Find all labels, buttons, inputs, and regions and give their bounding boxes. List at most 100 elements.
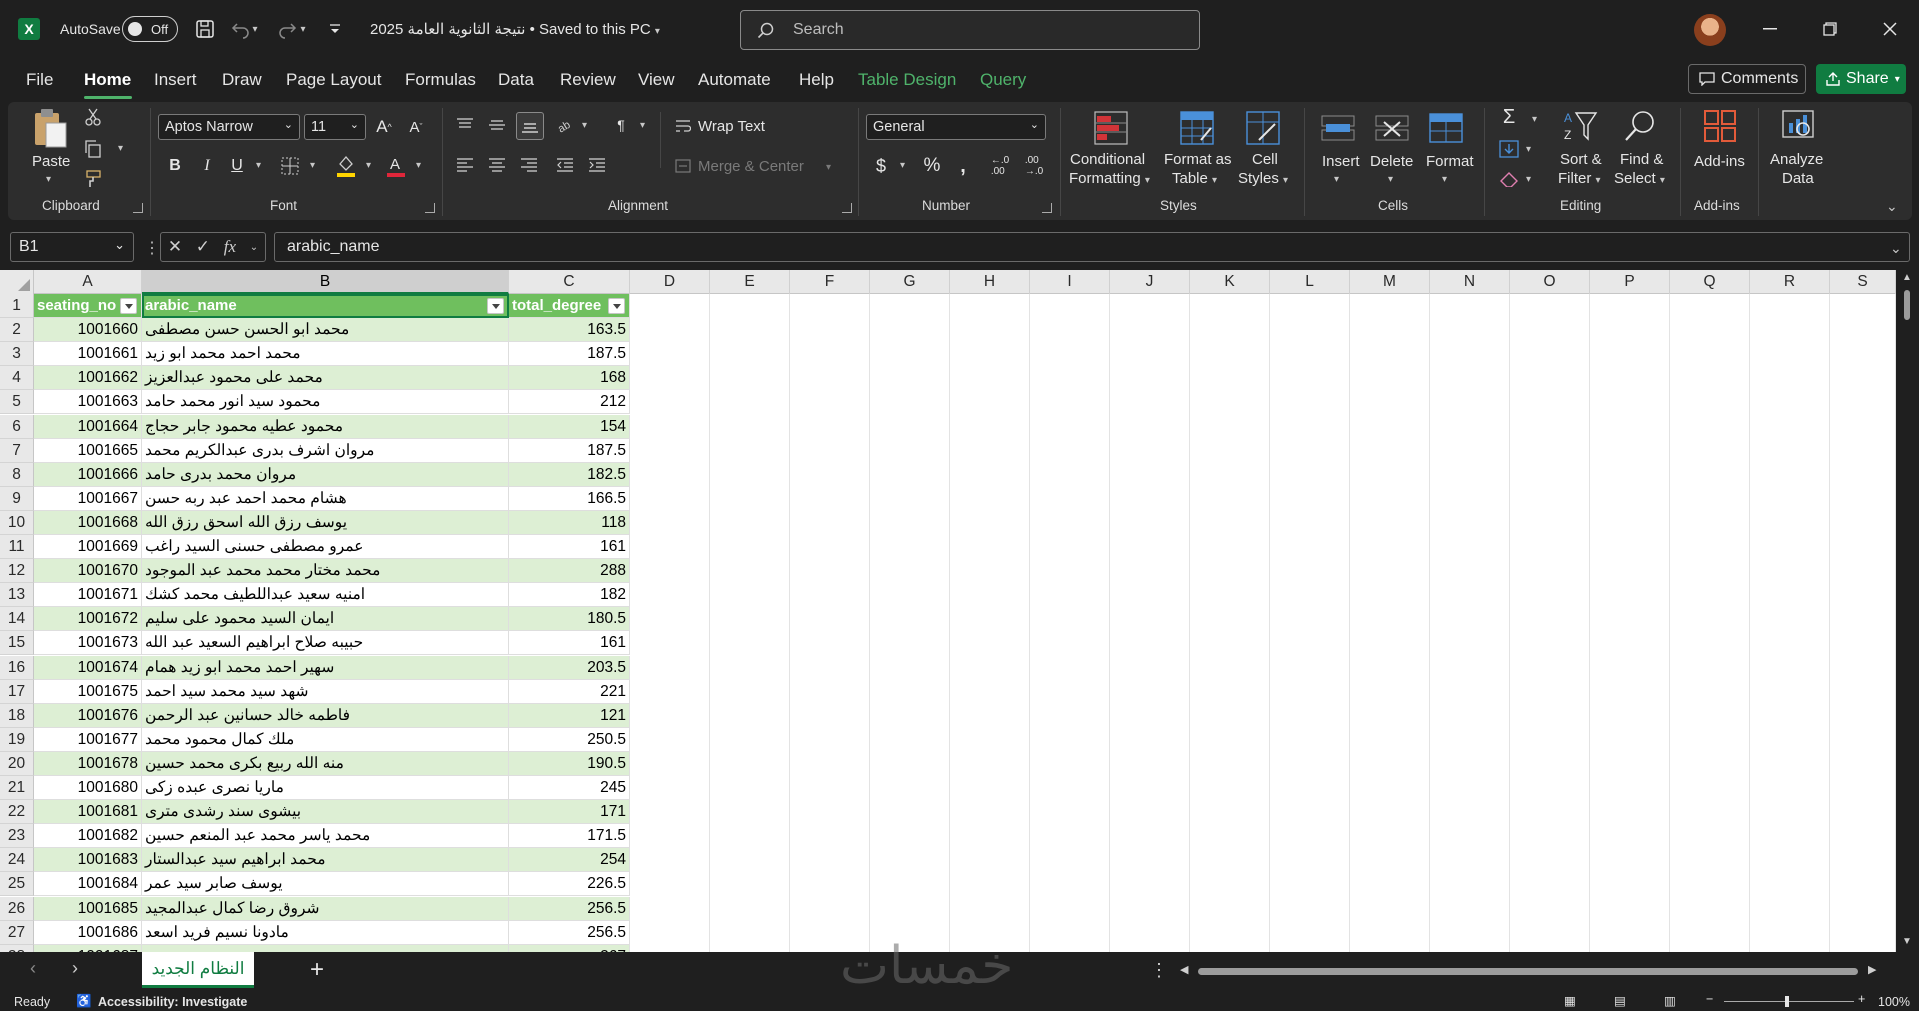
table-cell[interactable]: 256.5 bbox=[509, 896, 630, 921]
cut-icon[interactable] bbox=[82, 106, 104, 128]
table-cell[interactable]: محمد ابراهيم سيد عبدالستار bbox=[142, 848, 509, 873]
font-launcher-icon[interactable] bbox=[425, 203, 435, 213]
addins-button[interactable]: Add-ins bbox=[1694, 152, 1745, 171]
sort-filter-button[interactable]: Filter ▾ bbox=[1558, 169, 1601, 190]
tab-query[interactable]: Query bbox=[980, 70, 1026, 90]
align-left-icon[interactable] bbox=[454, 154, 476, 176]
row-header[interactable]: 13 bbox=[0, 583, 34, 608]
decrease-indent-icon[interactable] bbox=[554, 154, 576, 176]
orientation-icon[interactable]: ab bbox=[554, 114, 578, 136]
table-cell[interactable]: 1001666 bbox=[34, 462, 142, 487]
add-sheet-icon[interactable]: + bbox=[310, 956, 324, 984]
tab-draw[interactable]: Draw bbox=[222, 70, 262, 90]
paste-label[interactable]: Paste bbox=[32, 152, 70, 171]
formula-input[interactable]: arabic_name bbox=[274, 232, 1910, 262]
row-header[interactable]: 3 bbox=[0, 342, 34, 367]
font-size-select[interactable]: 11 ⌄ bbox=[304, 114, 366, 140]
redo-dropdown-icon[interactable]: ▾ bbox=[296, 16, 310, 42]
scroll-thumb[interactable] bbox=[1198, 968, 1858, 975]
find-select-button[interactable]: Select ▾ bbox=[1614, 169, 1665, 190]
scroll-left-icon[interactable]: ◀ bbox=[1180, 963, 1188, 976]
table-cell[interactable]: مروان محمد بدرى حامد bbox=[142, 462, 509, 487]
fill-color-icon[interactable] bbox=[334, 152, 358, 180]
table-cell[interactable]: 168 bbox=[509, 366, 630, 391]
tab-table-design[interactable]: Table Design bbox=[858, 70, 956, 90]
merge-dropdown-icon[interactable]: ▾ bbox=[826, 162, 831, 173]
filter-dropdown-icon[interactable] bbox=[608, 298, 625, 314]
restore-icon[interactable] bbox=[1810, 14, 1850, 44]
row-header[interactable]: 26 bbox=[0, 896, 34, 921]
row-header[interactable]: 6 bbox=[0, 414, 34, 439]
clear-icon[interactable] bbox=[1496, 168, 1522, 190]
wrap-text-icon[interactable] bbox=[674, 116, 692, 136]
find-select-label-1[interactable]: Find & bbox=[1620, 150, 1663, 169]
row-header[interactable]: 12 bbox=[0, 559, 34, 584]
tab-formulas[interactable]: Formulas bbox=[405, 70, 476, 90]
analyze-data-icon[interactable] bbox=[1778, 106, 1818, 146]
column-header-p[interactable]: P bbox=[1590, 270, 1670, 294]
clipboard-launcher-icon[interactable] bbox=[133, 203, 143, 213]
next-sheet-icon[interactable]: › bbox=[72, 958, 78, 979]
table-cell[interactable]: 1001664 bbox=[34, 414, 142, 439]
spreadsheet-grid[interactable]: ABCDEFGHIJKLMNOPQRS 1 seating_no arabic_na… bbox=[0, 270, 1919, 952]
row-header[interactable]: 22 bbox=[0, 800, 34, 825]
format-cells-icon[interactable] bbox=[1426, 108, 1466, 148]
row-header[interactable]: 14 bbox=[0, 607, 34, 632]
tab-insert[interactable]: Insert bbox=[154, 70, 197, 90]
table-cell[interactable]: 1001673 bbox=[34, 631, 142, 656]
table-cell[interactable]: 256.5 bbox=[509, 920, 630, 945]
row-header[interactable]: 4 bbox=[0, 366, 34, 391]
table-cell[interactable]: 1001665 bbox=[34, 438, 142, 463]
table-cell[interactable]: بيشوى سند رشدى مترى bbox=[142, 800, 509, 825]
table-cell[interactable]: 163.5 bbox=[509, 318, 630, 343]
table-cell[interactable]: 1001670 bbox=[34, 559, 142, 584]
tab-home[interactable]: Home bbox=[84, 70, 131, 90]
tab-data[interactable]: Data bbox=[498, 70, 534, 90]
analyze-data-label-1[interactable]: Analyze bbox=[1770, 150, 1823, 169]
row-header[interactable]: 17 bbox=[0, 679, 34, 704]
row-header[interactable]: 7 bbox=[0, 438, 34, 463]
table-cell[interactable]: 190.5 bbox=[509, 751, 630, 776]
table-cell[interactable]: 1001681 bbox=[34, 800, 142, 825]
table-cell[interactable]: 1001661 bbox=[34, 342, 142, 367]
table-cell[interactable]: 221 bbox=[509, 679, 630, 704]
table-cell[interactable]: حبيبه صلاح ابراهيم السعيد عبد الله bbox=[142, 631, 509, 656]
table-cell[interactable]: 182.5 bbox=[509, 462, 630, 487]
table-cell[interactable]: 254 bbox=[509, 848, 630, 873]
table-cell[interactable]: 1001675 bbox=[34, 679, 142, 704]
column-header-l[interactable]: L bbox=[1270, 270, 1350, 294]
underline-icon[interactable]: U bbox=[226, 154, 248, 178]
table-cell[interactable]: 1001686 bbox=[34, 920, 142, 945]
column-header-n[interactable]: N bbox=[1430, 270, 1510, 294]
column-header-k[interactable]: K bbox=[1190, 270, 1270, 294]
decrease-font-size-icon[interactable]: Aˇ bbox=[404, 114, 428, 140]
column-header-h[interactable]: H bbox=[950, 270, 1030, 294]
table-cell[interactable]: 1001660 bbox=[34, 318, 142, 343]
cell-styles-icon[interactable] bbox=[1244, 108, 1282, 148]
page-break-view-icon[interactable]: ▥ bbox=[1664, 993, 1676, 1008]
row-header[interactable]: 15 bbox=[0, 631, 34, 656]
table-cell[interactable]: 166.5 bbox=[509, 486, 630, 511]
table-cell[interactable]: يوسف رزق الله اسحق رزق الله bbox=[142, 510, 509, 535]
table-cell[interactable]: 1001684 bbox=[34, 872, 142, 897]
table-cell[interactable]: 1001683 bbox=[34, 848, 142, 873]
tab-automate[interactable]: Automate bbox=[698, 70, 771, 90]
column-header-i[interactable]: I bbox=[1030, 270, 1110, 294]
table-cell[interactable]: سهير احمد محمد ابو زيد همام bbox=[142, 655, 509, 680]
sheet-tab[interactable]: النظام الجديد bbox=[142, 952, 254, 988]
currency-dropdown-icon[interactable]: ▾ bbox=[900, 160, 905, 171]
column-header-s[interactable]: S bbox=[1830, 270, 1896, 294]
row-header[interactable]: 25 bbox=[0, 872, 34, 897]
table-cell[interactable]: 1001668 bbox=[34, 510, 142, 535]
text-direction-dropdown-icon[interactable]: ▾ bbox=[640, 120, 645, 131]
fill-icon[interactable] bbox=[1496, 138, 1522, 160]
clear-dropdown-icon[interactable]: ▾ bbox=[1526, 174, 1531, 185]
sort-filter-label-1[interactable]: Sort & bbox=[1560, 150, 1602, 169]
align-right-icon[interactable] bbox=[518, 154, 540, 176]
table-cell[interactable]: محمد ياسر محمد عبد المنعم حسين bbox=[142, 824, 509, 849]
table-cell[interactable]: ايمان السيد محمود على سليم bbox=[142, 607, 509, 632]
table-cell[interactable]: 203.5 bbox=[509, 655, 630, 680]
scroll-up-icon[interactable]: ▲ bbox=[1902, 272, 1912, 283]
name-box[interactable]: B1 ⌄ bbox=[10, 232, 134, 262]
orientation-dropdown-icon[interactable]: ▾ bbox=[582, 120, 587, 131]
